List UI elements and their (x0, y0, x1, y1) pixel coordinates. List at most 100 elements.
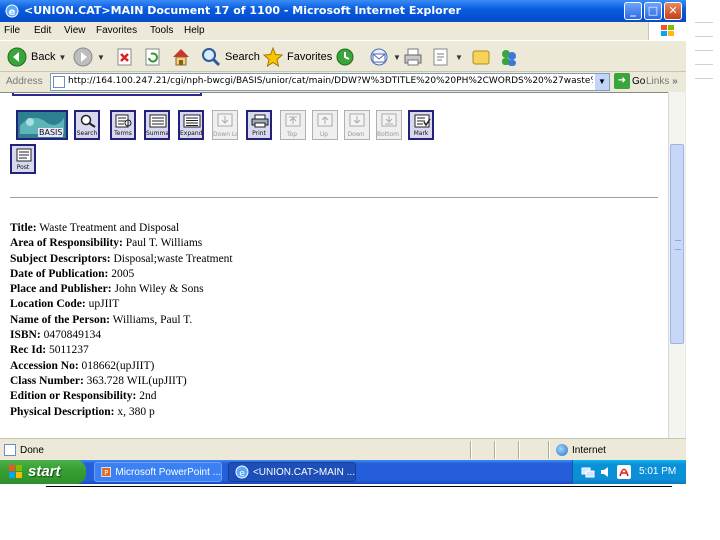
stop-button[interactable] (114, 45, 136, 69)
edit-button[interactable]: ▼ (430, 45, 463, 69)
messenger-button[interactable] (498, 45, 520, 69)
back-button[interactable]: Back ▼ (6, 45, 66, 69)
printer-icon (251, 114, 269, 128)
up-label: Up (319, 131, 329, 138)
edit-dropdown-icon[interactable]: ▼ (455, 53, 463, 62)
home-button[interactable] (170, 45, 192, 69)
vertical-scrollbar[interactable] (668, 92, 685, 438)
links-more-icon: » (672, 76, 678, 87)
network-icon[interactable] (581, 465, 595, 479)
status-divider (518, 441, 520, 459)
task-internet-explorer[interactable]: e <UNION.CAT>MAIN ... (228, 462, 356, 482)
field-value: Disposal;waste Treatment (113, 252, 233, 265)
home-icon (173, 49, 189, 66)
scrollbar-thumb[interactable] (670, 144, 684, 344)
print-page-label: Print (252, 130, 266, 137)
search-page-button[interactable]: Search (74, 110, 100, 140)
search-button[interactable]: Search (200, 45, 260, 69)
clock: 5:01 PM (639, 466, 677, 477)
expand-label: Expand (180, 130, 203, 137)
status-text: Done (20, 445, 44, 456)
status-divider (494, 441, 496, 459)
status-divider (470, 441, 472, 459)
folder-button[interactable] (470, 45, 492, 69)
volume-icon[interactable] (599, 465, 613, 479)
address-label: Address (6, 76, 43, 87)
top-label: Top (286, 131, 298, 138)
mark-icon (414, 114, 431, 128)
links-button[interactable]: Links » (646, 76, 678, 87)
basis-label: BASIS (38, 128, 64, 137)
expand-button[interactable]: Expand (178, 110, 204, 140)
record-details: Title: Waste Treatment and Disposal Area… (10, 221, 233, 420)
basis-button[interactable]: BASIS (16, 110, 68, 140)
menu-bar: File Edit View Favorites Tools Help (0, 22, 686, 40)
post-icon (16, 148, 32, 162)
messenger-icon (502, 50, 516, 66)
forward-dropdown-icon[interactable]: ▼ (97, 53, 105, 62)
menu-favorites[interactable]: Favorites (96, 25, 137, 36)
maximize-button[interactable]: □ (644, 2, 662, 20)
menu-tools[interactable]: Tools (150, 25, 173, 36)
bottom-button: Bottom (376, 110, 402, 140)
go-button[interactable]: ➜ Go (614, 73, 645, 89)
acrobat-icon[interactable] (617, 465, 631, 479)
address-input[interactable]: http://164.100.247.21/cgi/nph-bwcgi/BASI… (50, 73, 610, 91)
summary-button[interactable]: Summary (144, 110, 170, 140)
menu-file[interactable]: File (4, 25, 20, 36)
record-row: Accession No: 018662(upJIIT) (10, 359, 233, 374)
download-icon (217, 113, 233, 127)
mail-dropdown-icon[interactable]: ▼ (393, 53, 401, 62)
page-content: BASIS Search Terms Summary Expand Down L… (0, 92, 668, 438)
search-icon (202, 48, 221, 67)
print-button[interactable] (402, 45, 424, 69)
favorites-button[interactable]: Favorites (262, 45, 332, 69)
task-label: Microsoft PowerPoint ... (115, 466, 221, 478)
back-icon (7, 47, 27, 67)
refresh-icon (145, 48, 160, 66)
forward-button[interactable]: ▼ (72, 45, 105, 69)
top-icon (285, 113, 301, 127)
start-button[interactable]: start (0, 460, 86, 484)
down-icon (349, 113, 365, 127)
record-row: Location Code: upJIIT (10, 297, 233, 312)
up-button: Up (312, 110, 338, 140)
ie-logo-icon: e (5, 4, 19, 18)
post-button[interactable]: Post (10, 144, 36, 174)
print-page-button[interactable]: Print (246, 110, 272, 140)
task-powerpoint[interactable]: P Microsoft PowerPoint ... (94, 462, 222, 482)
magnifier-icon (80, 114, 96, 128)
mail-button[interactable]: ▼ (368, 45, 401, 69)
powerpoint-icon: P (101, 467, 112, 477)
field-value: x, 380 p (117, 405, 155, 418)
address-dropdown-icon[interactable]: ▼ (595, 74, 609, 90)
record-row: Date of Publication: 2005 (10, 267, 233, 282)
top-button: Top (280, 110, 306, 140)
taskbar: start P Microsoft PowerPoint ... e <UNIO… (0, 460, 686, 484)
expand-icon (183, 114, 201, 128)
refresh-button[interactable] (142, 45, 164, 69)
favorites-label: Favorites (287, 51, 333, 63)
menu-view[interactable]: View (64, 25, 86, 36)
menu-edit[interactable]: Edit (34, 25, 51, 36)
download-button: Down Load (212, 110, 238, 140)
menu-help[interactable]: Help (184, 25, 205, 36)
svg-text:e: e (239, 469, 245, 479)
history-button[interactable] (334, 45, 356, 69)
back-dropdown-icon[interactable]: ▼ (58, 53, 66, 62)
field-value: 363.728 WIL(upJIIT) (86, 374, 187, 387)
post-label: Post (16, 164, 30, 171)
terms-label: Terms (114, 130, 132, 137)
search-page-label: Search (76, 130, 98, 137)
mark-button[interactable]: Mark (408, 110, 434, 140)
mail-icon (370, 48, 388, 66)
close-button[interactable]: ✕ (664, 2, 682, 20)
record-row: Physical Description: x, 380 p (10, 405, 233, 420)
summary-label: Summary (146, 130, 169, 137)
start-label: start (28, 463, 61, 480)
address-bar: Address http://164.100.247.21/cgi/nph-bw… (0, 72, 686, 92)
favorites-icon (262, 46, 284, 68)
minimize-button[interactable]: _ (624, 2, 642, 20)
down-label: Down (347, 131, 365, 138)
terms-button[interactable]: Terms (110, 110, 136, 140)
